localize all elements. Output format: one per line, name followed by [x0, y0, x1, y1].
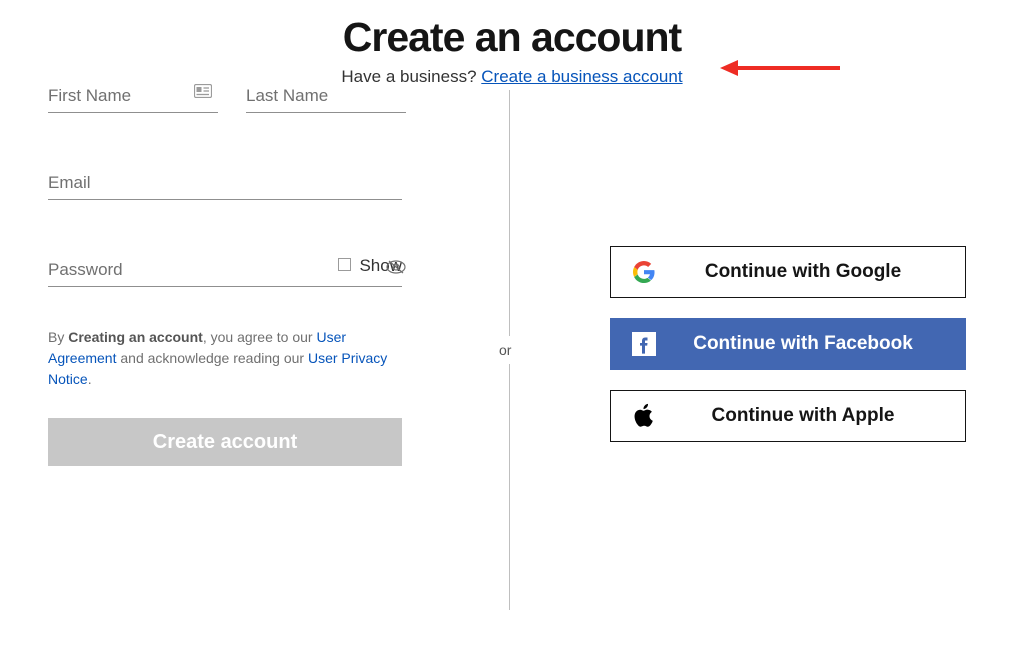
annotation-arrow-icon	[720, 56, 840, 80]
social-login-panel: Continue with Google Continue with Faceb…	[610, 246, 966, 462]
eye-icon	[386, 260, 406, 279]
create-account-button[interactable]: Create account	[48, 418, 402, 466]
checkbox-icon	[338, 256, 351, 276]
legal-text: By Creating an account, you agree to our…	[48, 327, 402, 390]
apple-label: Continue with Apple	[659, 405, 965, 427]
email-input[interactable]	[48, 169, 402, 200]
id-card-icon	[194, 84, 212, 103]
page-title: Create an account	[0, 14, 1024, 61]
continue-apple-button[interactable]: Continue with Apple	[610, 390, 966, 442]
or-separator: or	[495, 336, 515, 364]
facebook-label: Continue with Facebook	[659, 333, 965, 355]
legal-prefix: By	[48, 329, 68, 345]
continue-google-button[interactable]: Continue with Google	[610, 246, 966, 298]
signup-form: Show By Creating an account, you agree t…	[48, 82, 408, 466]
legal-bold: Creating an account	[68, 329, 203, 345]
google-icon	[629, 261, 659, 283]
facebook-icon	[629, 332, 659, 356]
continue-facebook-button[interactable]: Continue with Facebook	[610, 318, 966, 370]
legal-mid2: and acknowledge reading our	[116, 350, 307, 366]
apple-icon	[629, 403, 659, 429]
legal-suffix: .	[88, 371, 92, 387]
legal-mid1: , you agree to our	[203, 329, 317, 345]
first-name-input[interactable]	[48, 82, 218, 113]
business-account-link[interactable]: Create a business account	[481, 67, 682, 86]
last-name-input[interactable]	[246, 82, 406, 113]
google-label: Continue with Google	[659, 261, 965, 283]
